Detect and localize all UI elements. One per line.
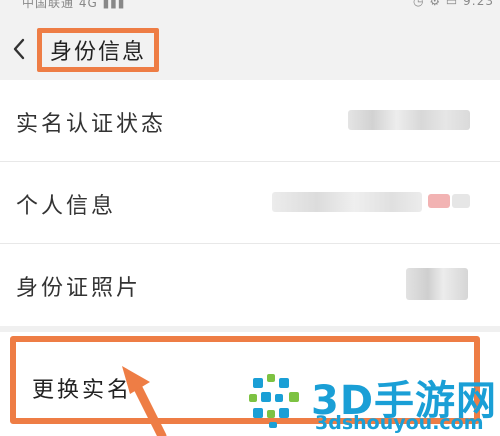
arrow-up-icon [122,366,167,436]
page-title: 身份信息 [49,40,146,65]
watermark-logo-icon [249,374,299,428]
nav-bar: 身份信息 [0,12,500,80]
status-right: ◷ ⚙ ▭ 9:23 [413,0,494,8]
title-highlight: 身份信息 [37,28,159,72]
list-item-label: 个人信息 [16,194,117,219]
back-button[interactable] [6,34,32,64]
status-carrier: 中国联通 4G ▮▮▮ [22,0,126,10]
chevron-left-icon [13,38,25,60]
list-item-id-photo[interactable]: 身份证照片 [0,244,500,326]
list-item-label: 实名认证状态 [16,112,167,137]
blurred-value-end [452,194,470,208]
watermark-url: 3dshouyou.com [315,412,484,434]
status-bar: 中国联通 4G ▮▮▮ ◷ ⚙ ▭ 9:23 [0,0,500,12]
blurred-value [406,268,468,300]
blurred-badge [428,194,450,208]
list-item-verification-status[interactable]: 实名认证状态 [0,80,500,162]
info-list: 实名认证状态 个人信息 身份证照片 [0,80,500,326]
blurred-value [272,192,422,212]
list-item-personal-info[interactable]: 个人信息 [0,162,500,244]
blurred-value [348,110,470,130]
list-item-label: 身份证照片 [16,276,142,301]
watermark: 3D手游网 3dshouyou.com [245,366,500,436]
